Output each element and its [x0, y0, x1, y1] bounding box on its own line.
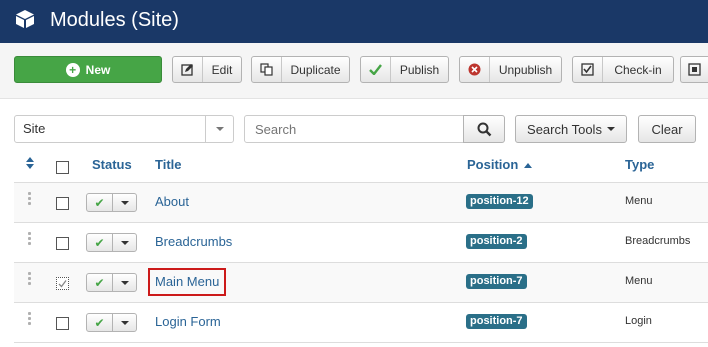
- square-icon: [681, 57, 708, 82]
- client-filter-select[interactable]: Site: [14, 115, 234, 143]
- row-checkbox[interactable]: [56, 277, 69, 290]
- cube-icon: [16, 10, 34, 28]
- position-column-header[interactable]: Position: [467, 157, 532, 172]
- status-dropdown-toggle[interactable]: [113, 194, 136, 211]
- status-column-header[interactable]: Status: [92, 157, 132, 172]
- table-row: ✔ Breadcrumbs position-2 Breadcrumbs: [14, 223, 708, 263]
- position-column-label: Position: [467, 157, 519, 172]
- module-type: Menu: [625, 275, 653, 287]
- chevron-down-icon: [606, 127, 615, 131]
- position-badge: position-2: [466, 234, 527, 249]
- toolbar: + New Edit Duplicate Publish Unpublish C…: [0, 43, 708, 99]
- status-toggle-group: ✔: [86, 273, 137, 292]
- new-button-label: New: [85, 62, 111, 77]
- copy-icon: [252, 57, 282, 82]
- batch-button[interactable]: [680, 56, 708, 83]
- position-badge: position-7: [466, 314, 527, 329]
- checkin-button[interactable]: Check-in: [572, 56, 674, 83]
- title-column-header[interactable]: Title: [155, 157, 182, 172]
- table-row: ✔ Main Menu position-7 Menu: [14, 263, 708, 303]
- edit-button-label: Edit: [211, 62, 233, 77]
- unpublish-x-icon: [460, 57, 490, 82]
- published-check-icon[interactable]: ✔: [87, 194, 113, 211]
- page-header: Modules (Site): [0, 0, 708, 43]
- status-dropdown-toggle[interactable]: [113, 234, 136, 251]
- checkmark-icon: [58, 280, 67, 288]
- status-toggle-group: ✔: [86, 313, 137, 332]
- status-dropdown-toggle[interactable]: [113, 314, 136, 331]
- sort-ordering-icon[interactable]: [26, 157, 34, 169]
- status-dropdown-toggle[interactable]: [113, 274, 136, 291]
- module-type: Breadcrumbs: [625, 235, 691, 247]
- position-badge: position-7: [466, 274, 527, 289]
- row-checkbox[interactable]: [56, 237, 69, 250]
- select-all-checkbox[interactable]: [56, 161, 69, 174]
- module-title-link-highlighted[interactable]: Main Menu: [147, 268, 227, 296]
- row-checkbox[interactable]: [56, 197, 69, 210]
- new-button[interactable]: + New: [14, 56, 162, 83]
- checkmark-icon: [361, 57, 391, 82]
- search-button[interactable]: [463, 115, 505, 143]
- clear-button-label: Clear: [651, 121, 683, 137]
- chevron-down-icon: [120, 320, 129, 325]
- drag-handle-icon[interactable]: [28, 272, 32, 286]
- checkin-button-label: Check-in: [614, 62, 662, 77]
- search-icon: [477, 122, 491, 136]
- publish-button-label: Publish: [399, 62, 440, 77]
- module-title-link[interactable]: Breadcrumbs: [155, 233, 232, 251]
- status-toggle-group: ✔: [86, 193, 137, 212]
- search-tools-button[interactable]: Search Tools: [515, 115, 627, 143]
- published-check-icon[interactable]: ✔: [87, 234, 113, 251]
- checkbox-checked-icon: [573, 57, 603, 82]
- clear-button[interactable]: Clear: [638, 115, 696, 143]
- chevron-down-icon: [120, 200, 129, 205]
- table-row: ✔ About position-12 Menu: [14, 183, 708, 223]
- edit-icon: [173, 57, 203, 82]
- drag-handle-icon[interactable]: [28, 192, 32, 206]
- drag-handle-icon[interactable]: [28, 312, 32, 326]
- module-type: Menu: [625, 195, 653, 207]
- page-title: Modules (Site): [50, 9, 179, 31]
- edit-button[interactable]: Edit: [172, 56, 242, 83]
- module-title-link[interactable]: About: [155, 193, 189, 211]
- chevron-down-icon: [120, 280, 129, 285]
- published-check-icon[interactable]: ✔: [87, 314, 113, 331]
- position-badge: position-12: [466, 194, 533, 209]
- plus-icon: +: [65, 62, 80, 77]
- row-checkbox[interactable]: [56, 317, 69, 330]
- chevron-down-icon: [120, 240, 129, 245]
- chevron-down-icon: [205, 116, 233, 142]
- status-toggle-group: ✔: [86, 233, 137, 252]
- client-filter-value: Site: [23, 121, 46, 136]
- table-row: ✔ Login Form position-7 Login: [14, 303, 708, 343]
- sort-asc-icon: [523, 163, 532, 169]
- published-check-icon[interactable]: ✔: [87, 274, 113, 291]
- type-column-header[interactable]: Type: [625, 157, 654, 172]
- duplicate-button-label: Duplicate: [290, 62, 341, 77]
- search-tools-label: Search Tools: [527, 121, 602, 137]
- module-title-link[interactable]: Login Form: [155, 313, 221, 331]
- unpublish-button[interactable]: Unpublish: [459, 56, 562, 83]
- drag-handle-icon[interactable]: [28, 232, 32, 246]
- publish-button[interactable]: Publish: [360, 56, 449, 83]
- search-input[interactable]: [244, 115, 464, 143]
- unpublish-button-label: Unpublish: [498, 62, 553, 77]
- module-type: Login: [625, 315, 652, 327]
- duplicate-button[interactable]: Duplicate: [251, 56, 350, 83]
